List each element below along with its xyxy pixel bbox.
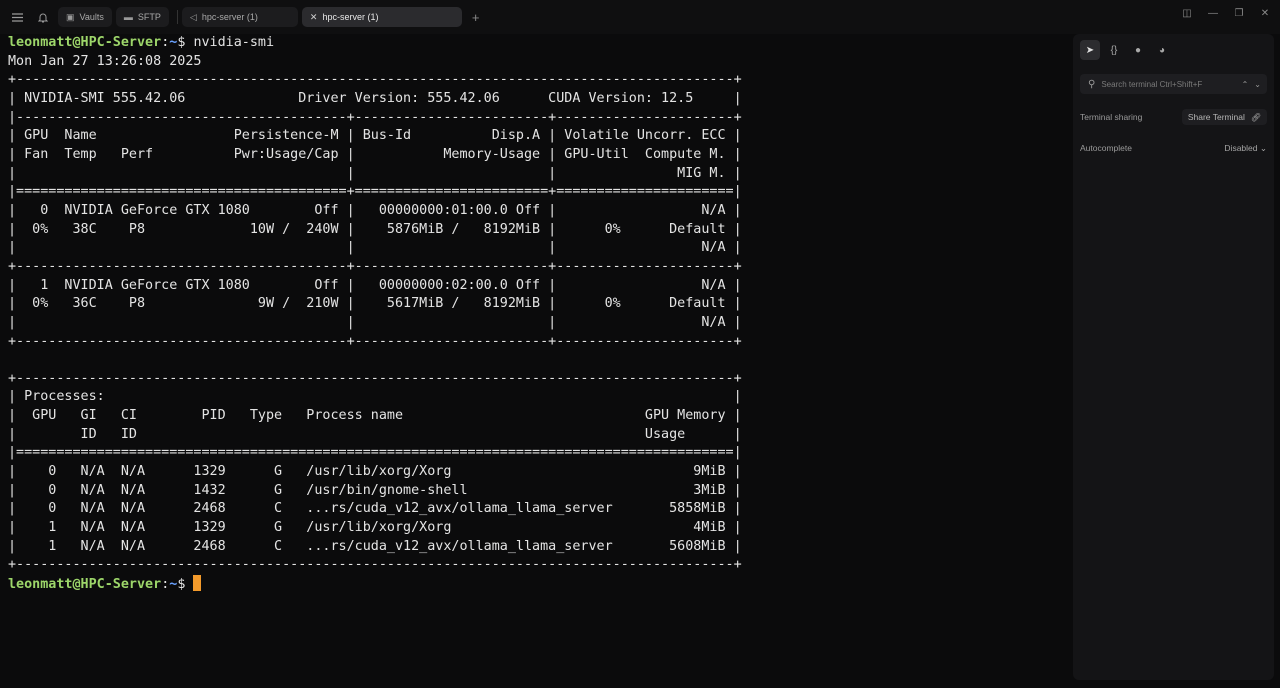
output-lines: Mon Jan 27 13:26:08 2025 +--------------… <box>8 54 742 573</box>
window-controls: ◫ — ❐ ✕ <box>1180 8 1272 19</box>
bell-icon[interactable] <box>32 6 54 28</box>
tab-label: hpc-server (1) <box>201 12 258 22</box>
terminal-line: | 0% 38C P8 10W / 240W | 5876MiB / 8192M… <box>8 221 742 237</box>
terminal-line: | 0 N/A N/A 2468 C ...rs/cuda_v12_avx/ol… <box>8 501 742 517</box>
terminal-line: +---------------------------------------… <box>8 557 742 573</box>
chevron-down-icon: ⌄ <box>1259 142 1267 153</box>
terminal-sharing-label: Terminal sharing <box>1080 112 1143 122</box>
side-panel: ➤ {} ● ◕ ⚲ Search terminal Ctrl+Shift+F … <box>1073 34 1274 680</box>
terminal-line: |=======================================… <box>8 184 742 200</box>
close-icon[interactable]: ✕ <box>310 12 318 23</box>
autocomplete-dropdown[interactable]: Disabled ⌄ <box>1224 143 1267 154</box>
terminal-line: | 0 N/A N/A 1432 G /usr/bin/gnome-shell … <box>8 482 742 498</box>
tab-label: SFTP <box>137 12 161 22</box>
terminal-line: | Fan Temp Perf Pwr:Usage/Cap | Memory-U… <box>8 146 742 162</box>
terminal-sharing-row: Terminal sharing Share Terminal 🔗︎ <box>1080 108 1267 126</box>
prompt-user: leonmatt@HPC-Server <box>8 35 162 50</box>
terminal-line: | 0 NVIDIA GeForce GTX 1080 Off | 000000… <box>8 202 742 218</box>
terminal-output: leonmatt@HPC-Server:~$ nvidia-smi Mon Ja… <box>8 35 742 593</box>
terminal-line: | GPU GI CI PID Type Process name GPU Me… <box>8 408 742 424</box>
terminal-line: | 1 N/A N/A 2468 C ...rs/cuda_v12_avx/ol… <box>8 538 742 554</box>
terminal-line: +---------------------------------------… <box>8 333 742 349</box>
terminal-line: | | | MIG M. | <box>8 165 742 181</box>
terminal-line: | | | N/A | <box>8 240 742 256</box>
title-bar: ▣ Vaults ▬ SFTP ◁ hpc-server (1) ✕ hpc-s… <box>0 0 1280 34</box>
chevron-up-icon[interactable]: ⌃ <box>1242 80 1249 89</box>
new-tab-plus-icon[interactable]: + <box>472 10 480 25</box>
autocomplete-row: Autocomplete Disabled ⌄ <box>1080 139 1267 157</box>
tab-hpc-server[interactable]: ◁ hpc-server (1) <box>181 7 298 27</box>
autocomplete-label: Autocomplete <box>1080 143 1132 153</box>
send-icon[interactable]: ➤ <box>1080 40 1100 60</box>
terminal-line: | GPU Name Persistence-M | Bus-Id Disp.A… <box>8 128 742 144</box>
terminal-line: +---------------------------------------… <box>8 258 742 274</box>
search-placeholder: Search terminal Ctrl+Shift+F <box>1101 79 1203 89</box>
tab-divider <box>176 10 178 24</box>
terminal-line: | 1 NVIDIA GeForce GTX 1080 Off | 000000… <box>8 277 742 293</box>
terminal-line: | | | N/A | <box>8 314 742 330</box>
terminal-line: |---------------------------------------… <box>8 109 742 125</box>
terminal-search-input[interactable]: ⚲ Search terminal Ctrl+Shift+F ⌃ ⌄ <box>1080 74 1267 94</box>
search-icon: ⚲ <box>1088 78 1096 90</box>
chevron-down-icon[interactable]: ⌄ <box>1254 80 1261 89</box>
terminal-line: | ID ID Usage | <box>8 426 742 442</box>
terminal-line: | 0 N/A N/A 1329 G /usr/lib/xorg/Xorg 9M… <box>8 464 742 480</box>
restore-icon[interactable]: ❐ <box>1232 8 1246 19</box>
terminal-line: +---------------------------------------… <box>8 72 742 88</box>
prompt-command: nvidia-smi <box>193 35 275 50</box>
tab-label: Vaults <box>79 12 104 22</box>
tab-sftp[interactable]: ▬ SFTP <box>115 7 169 27</box>
tab-hpc-server-active[interactable]: ✕ hpc-server (1) <box>301 7 462 27</box>
share-terminal-label: Share Terminal <box>1187 112 1245 122</box>
terminal-line: | Processes: | <box>8 389 742 405</box>
folder-icon: ▬ <box>123 12 133 22</box>
vault-icon: ▣ <box>66 11 75 22</box>
close-window-icon[interactable]: ✕ <box>1258 8 1272 19</box>
back-icon: ◁ <box>189 11 197 22</box>
terminal-view[interactable]: leonmatt@HPC-Server:~$ nvidia-smi Mon Ja… <box>8 34 1058 684</box>
prompt-user: leonmatt@HPC-Server <box>8 577 162 593</box>
share-terminal-button[interactable]: Share Terminal 🔗︎ <box>1181 109 1267 125</box>
terminal-line: Mon Jan 27 13:26:08 2025 <box>8 53 202 69</box>
terminal-line: | 0% 36C P8 9W / 210W | 5617MiB / 8192Mi… <box>8 296 742 312</box>
braces-icon[interactable]: {} <box>1104 40 1124 60</box>
autocomplete-value: Disabled <box>1224 142 1258 153</box>
tab-label: hpc-server (1) <box>322 12 379 22</box>
sidebar-toggle-icon[interactable]: ◫ <box>1180 8 1194 19</box>
terminal-cursor <box>193 575 202 592</box>
palette-icon[interactable]: ◕ <box>1152 40 1172 60</box>
terminal-line: | 1 N/A N/A 1329 G /usr/lib/xorg/Xorg 4M… <box>8 520 742 536</box>
menu-icon[interactable] <box>6 6 28 28</box>
minimize-icon[interactable]: — <box>1206 8 1220 19</box>
tab-vaults[interactable]: ▣ Vaults <box>58 7 112 27</box>
terminal-line: +---------------------------------------… <box>8 370 742 386</box>
panel-toolbar: ➤ {} ● ◕ <box>1080 40 1172 60</box>
link-icon: 🔗︎ <box>1250 112 1261 122</box>
terminal-line: | NVIDIA-SMI 555.42.06 Driver Version: 5… <box>8 90 742 106</box>
terminal-line: |=======================================… <box>8 445 742 461</box>
history-icon[interactable]: ● <box>1128 40 1148 60</box>
